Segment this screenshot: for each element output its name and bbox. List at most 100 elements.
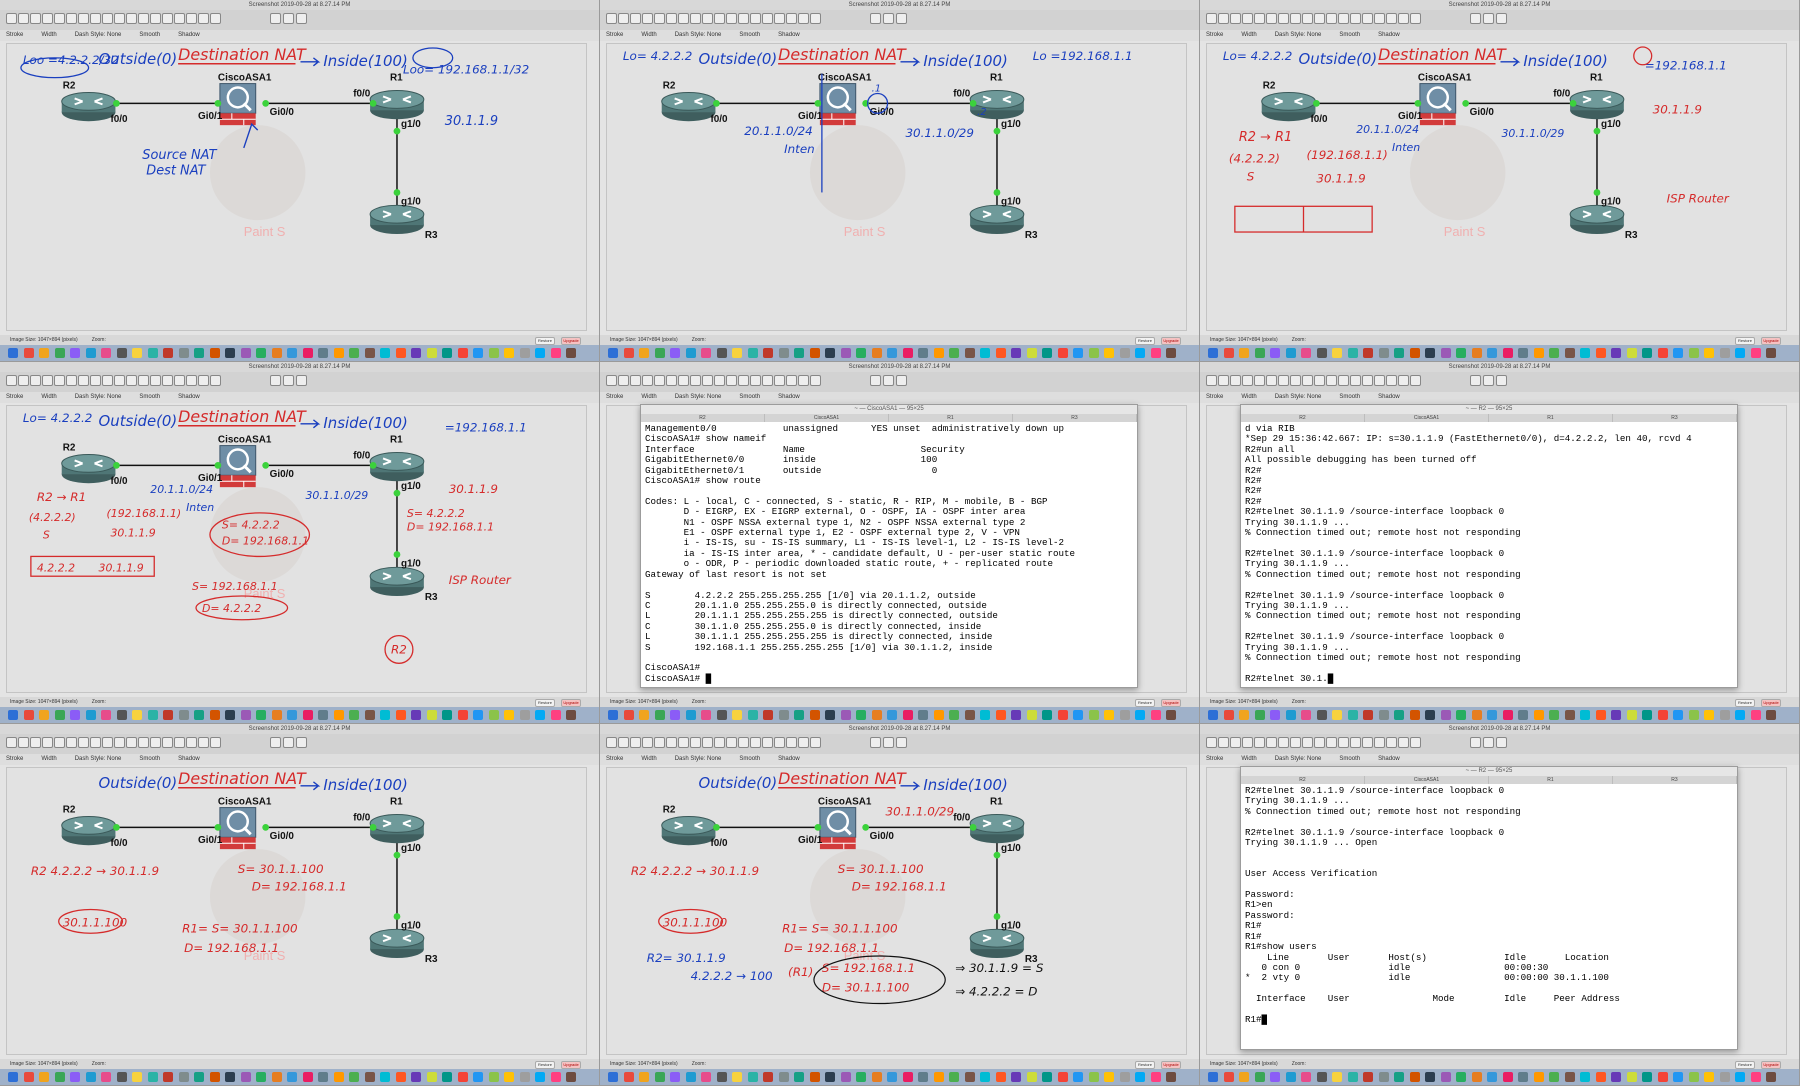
- zoom-in-icon[interactable]: [1470, 13, 1481, 24]
- dock-app-icon[interactable]: [1502, 1072, 1513, 1082]
- select-icon[interactable]: [1350, 375, 1361, 386]
- dock-app-icon[interactable]: [147, 348, 158, 358]
- dock-app-icon[interactable]: [1409, 1072, 1420, 1082]
- fill-icon[interactable]: [726, 737, 737, 748]
- polygon-icon[interactable]: [1302, 13, 1313, 24]
- dock-app-icon[interactable]: [116, 1072, 127, 1082]
- dock-app-icon[interactable]: [101, 1072, 111, 1082]
- dock-app-icon[interactable]: [1239, 710, 1249, 720]
- dock-app-icon[interactable]: [1704, 710, 1714, 720]
- dock-app-icon[interactable]: [519, 710, 530, 720]
- select-icon[interactable]: [150, 737, 161, 748]
- option-2[interactable]: Dash Style: None: [1275, 394, 1322, 400]
- polygon-icon[interactable]: [102, 13, 113, 24]
- select-icon[interactable]: [750, 375, 761, 386]
- dock-app-icon[interactable]: [1533, 710, 1544, 720]
- dock-app-icon[interactable]: [116, 710, 127, 720]
- dock-app-icon[interactable]: [147, 710, 158, 720]
- option-0[interactable]: Stroke: [606, 394, 623, 400]
- dock-app-icon[interactable]: [1042, 1072, 1052, 1082]
- upgrade-button[interactable]: Upgrade: [561, 699, 581, 707]
- dock-app-icon[interactable]: [1425, 710, 1435, 720]
- dock-app-icon[interactable]: [1735, 710, 1745, 720]
- dock-app-icon[interactable]: [178, 710, 189, 720]
- rect-icon[interactable]: [66, 13, 77, 24]
- polygon-icon[interactable]: [702, 737, 713, 748]
- dock-app-icon[interactable]: [685, 710, 696, 720]
- dock-app-icon[interactable]: [1564, 348, 1575, 358]
- option-0[interactable]: Stroke: [1206, 32, 1223, 38]
- dock-app-icon[interactable]: [488, 1072, 499, 1082]
- crop-icon[interactable]: [810, 13, 821, 24]
- eraser-icon[interactable]: [1386, 737, 1397, 748]
- rounded-rect-icon[interactable]: [78, 13, 89, 24]
- dock-app-icon[interactable]: [1208, 348, 1218, 358]
- option-1[interactable]: Width: [41, 394, 56, 400]
- dock-app-icon[interactable]: [1254, 710, 1265, 720]
- dock-app-icon[interactable]: [1564, 1072, 1575, 1082]
- star-icon[interactable]: [1314, 375, 1325, 386]
- dock-app-icon[interactable]: [747, 348, 758, 358]
- terminal-output[interactable]: d via RIB *Sep 29 15:36:42.667: IP: s=30…: [1245, 424, 1733, 685]
- star-icon[interactable]: [714, 375, 725, 386]
- zoom-fit-icon[interactable]: [296, 375, 307, 386]
- dock-app-icon[interactable]: [178, 348, 189, 358]
- fill-icon[interactable]: [1326, 13, 1337, 24]
- dock-app-icon[interactable]: [442, 1072, 452, 1082]
- dock-app-icon[interactable]: [209, 710, 220, 720]
- router-r3[interactable]: [369, 204, 425, 235]
- dock-app-icon[interactable]: [1735, 348, 1745, 358]
- terminal-window[interactable]: ~ — R2 — 95×25 R2 CiscoASA1 R1 R3 d via RIB *…: [1240, 404, 1738, 688]
- dock-app-icon[interactable]: [1394, 710, 1404, 720]
- dock-app-icon[interactable]: [364, 1072, 375, 1082]
- restore-button[interactable]: Restore: [535, 337, 555, 345]
- dock-app-icon[interactable]: [550, 710, 561, 720]
- rect-icon[interactable]: [1266, 375, 1277, 386]
- zoom-in-icon[interactable]: [1470, 737, 1481, 748]
- dock-app-icon[interactable]: [566, 710, 576, 720]
- dock-app-icon[interactable]: [1611, 348, 1621, 358]
- star-icon[interactable]: [1314, 737, 1325, 748]
- dock-app-icon[interactable]: [1611, 1072, 1621, 1082]
- dock-app-icon[interactable]: [23, 1072, 34, 1082]
- option-1[interactable]: Width: [641, 756, 656, 762]
- dock-app-icon[interactable]: [1347, 1072, 1358, 1082]
- terminal-window[interactable]: ~ — CiscoASA1 — 95×25 R2 CiscoASA1 R1 R3 Mana…: [640, 404, 1138, 688]
- curve-icon[interactable]: [42, 375, 53, 386]
- router-r3[interactable]: [1569, 204, 1625, 235]
- asa-firewall-icon[interactable]: [219, 445, 257, 488]
- dock-app-icon[interactable]: [1347, 710, 1358, 720]
- dock-app-icon[interactable]: [1657, 1072, 1668, 1082]
- text-icon[interactable]: [774, 737, 785, 748]
- dock-app-icon[interactable]: [1057, 1072, 1068, 1082]
- arrow-icon[interactable]: [30, 375, 41, 386]
- line-icon[interactable]: [18, 13, 29, 24]
- option-2[interactable]: Dash Style: None: [675, 394, 722, 400]
- dock-app-icon[interactable]: [1223, 1072, 1234, 1082]
- dock-app-icon[interactable]: [256, 1072, 266, 1082]
- dock-app-icon[interactable]: [1595, 710, 1606, 720]
- asa-firewall-icon[interactable]: [219, 807, 257, 850]
- dock-app-icon[interactable]: [1332, 710, 1342, 720]
- dock-app-icon[interactable]: [333, 348, 344, 358]
- lasso-icon[interactable]: [762, 375, 773, 386]
- upgrade-button[interactable]: Upgrade: [1161, 337, 1181, 345]
- dock-app-icon[interactable]: [1456, 1072, 1466, 1082]
- curve-icon[interactable]: [1242, 13, 1253, 24]
- ellipse-icon[interactable]: [1290, 375, 1301, 386]
- option-4[interactable]: Shadow: [778, 394, 800, 400]
- option-0[interactable]: Stroke: [6, 394, 23, 400]
- picker-icon[interactable]: [798, 13, 809, 24]
- dock-app-icon[interactable]: [623, 348, 634, 358]
- dock-app-icon[interactable]: [608, 1072, 618, 1082]
- dock-app-icon[interactable]: [1471, 348, 1482, 358]
- dock-app-icon[interactable]: [809, 348, 820, 358]
- dock-app-icon[interactable]: [225, 348, 235, 358]
- dock-app-icon[interactable]: [39, 348, 49, 358]
- zoom-fit-icon[interactable]: [1496, 737, 1507, 748]
- option-0[interactable]: Stroke: [606, 756, 623, 762]
- crop-icon[interactable]: [1410, 375, 1421, 386]
- dock-app-icon[interactable]: [442, 348, 452, 358]
- dock-app-icon[interactable]: [70, 348, 80, 358]
- dock-app-icon[interactable]: [1688, 348, 1699, 358]
